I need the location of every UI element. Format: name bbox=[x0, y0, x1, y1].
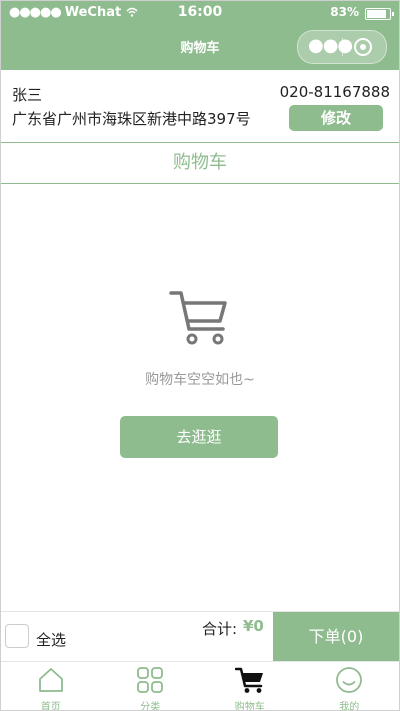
empty-cart-message: 购物车空空如也~ bbox=[145, 372, 255, 388]
checkout-bar: 全选 合计: ¥0 下单(0) bbox=[1, 611, 399, 662]
tab-home-label: 首页 bbox=[40, 702, 61, 711]
battery-percent: 83% bbox=[330, 5, 359, 19]
tab-bar: 首页 分类 购物车 我的 bbox=[1, 661, 400, 711]
place-order-button[interactable]: 下单(0) bbox=[273, 612, 399, 662]
tab-category[interactable]: 分类 bbox=[101, 662, 201, 711]
edit-address-button[interactable]: 修改 bbox=[289, 105, 383, 131]
total-price: ¥0 bbox=[243, 617, 264, 635]
tab-home[interactable]: 首页 bbox=[1, 662, 101, 711]
app-frame: ●●●●● WeChat 16:00 83% 购物车 ●●● 张三 020-811… bbox=[0, 0, 400, 711]
empty-cart-icon bbox=[169, 291, 227, 345]
tab-category-label: 分类 bbox=[140, 702, 161, 711]
tab-mine[interactable]: 我的 bbox=[300, 662, 400, 711]
home-icon bbox=[38, 668, 63, 692]
tab-cart-label: 购物车 bbox=[234, 702, 265, 711]
select-all-label[interactable]: 全选 bbox=[36, 629, 66, 650]
more-dots-icon[interactable]: ●●● bbox=[308, 37, 353, 55]
mini-program-capsule: ●●● bbox=[297, 30, 387, 64]
battery-icon bbox=[365, 8, 394, 20]
capsule-divider bbox=[342, 38, 343, 56]
tab-mine-label: 我的 bbox=[339, 702, 360, 711]
status-bar: ●●●●● WeChat 16:00 83% bbox=[1, 1, 399, 25]
go-shopping-button[interactable]: 去逛逛 bbox=[120, 416, 278, 458]
target-icon[interactable] bbox=[354, 38, 372, 56]
tab-cart[interactable]: 购物车 bbox=[200, 662, 300, 711]
address-card: 张三 020-81167888 广东省广州市海珠区新港中路397号 修改 bbox=[1, 70, 399, 143]
recipient-name: 张三 bbox=[12, 86, 43, 104]
section-title: 购物车 bbox=[1, 143, 399, 184]
recipient-address: 广东省广州市海珠区新港中路397号 bbox=[12, 110, 251, 128]
total-label: 合计: bbox=[202, 620, 238, 638]
recipient-phone: 020-81167888 bbox=[279, 83, 390, 101]
top-bar: ●●●●● WeChat 16:00 83% 购物车 ●●● bbox=[1, 1, 399, 70]
category-icon bbox=[137, 667, 164, 693]
select-all-checkbox[interactable] bbox=[5, 624, 29, 648]
cart-icon bbox=[234, 667, 263, 693]
smiley-icon bbox=[336, 667, 363, 693]
